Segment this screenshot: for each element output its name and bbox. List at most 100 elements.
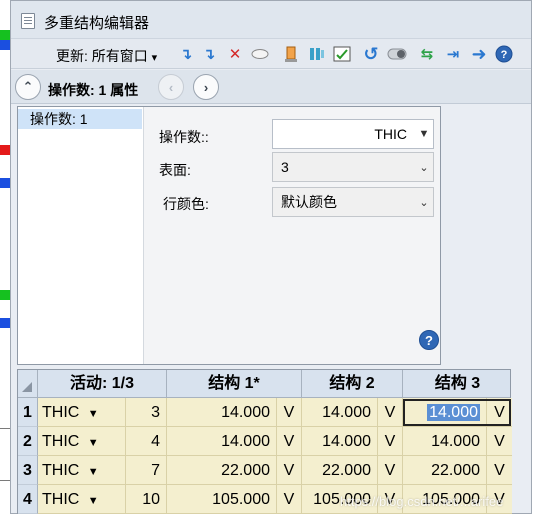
- operand-label: 操作数::: [159, 129, 209, 145]
- collapse-button[interactable]: ⌃: [15, 74, 41, 100]
- row-color-value: 默认颜色: [281, 194, 337, 210]
- surface-label: 表面:: [159, 162, 191, 178]
- arrow-right-icon[interactable]: ➜: [469, 44, 489, 64]
- next-operand-button[interactable]: ›: [193, 74, 219, 100]
- config-2-solve-cell[interactable]: V: [378, 427, 403, 456]
- operand-type-cell[interactable]: THIC ▼: [38, 427, 126, 456]
- operand-properties-title: 操作数: 1 属性: [48, 82, 139, 98]
- insert-row-after-icon[interactable]: ↴: [199, 44, 219, 64]
- dropdown-arrow-icon: ▼: [418, 128, 430, 140]
- config-1-solve-cell[interactable]: V: [277, 456, 302, 485]
- surface-cell[interactable]: 10: [126, 485, 167, 514]
- help-icon[interactable]: ?: [494, 44, 514, 64]
- config-2-solve-cell[interactable]: V: [378, 398, 403, 427]
- chevron-left-icon: ‹: [168, 79, 174, 95]
- config-1-value-cell[interactable]: 14.000: [167, 398, 277, 427]
- header-config-1[interactable]: 结构 1*: [167, 370, 302, 398]
- toggle-icon[interactable]: [387, 44, 407, 64]
- select-all-icon: [22, 382, 32, 392]
- insert-row-icon[interactable]: ↴: [176, 44, 196, 64]
- make-thermal-icon[interactable]: [281, 44, 301, 64]
- undo-arrow-icon[interactable]: ↺: [361, 44, 381, 64]
- config-1-solve-cell[interactable]: V: [277, 427, 302, 456]
- row-number[interactable]: 4: [18, 485, 38, 514]
- config-1-value-cell[interactable]: 22.000: [167, 456, 277, 485]
- surface-cell[interactable]: 7: [126, 456, 167, 485]
- surface-select[interactable]: 3 ⌄: [272, 152, 434, 182]
- collapse-arrows-icon[interactable]: ⇥: [443, 44, 463, 64]
- toolbar: 更新: 所有窗口 ▾ ↴ ↴ ✕ ↺ ⇆ ⇥ ➜ ?: [11, 39, 531, 69]
- table-row: 1 THIC ▼ 3 14.000 V 14.000 V 14.000 V: [18, 398, 512, 427]
- row-color-label: 行颜色:: [163, 196, 209, 212]
- row-number[interactable]: 2: [18, 427, 38, 456]
- config-3-solve-cell[interactable]: V: [487, 456, 512, 485]
- dropdown-arrow-icon: ▼: [87, 437, 99, 449]
- surface-columns-icon[interactable]: [307, 44, 327, 64]
- config-3-value-cell[interactable]: 14.000: [403, 427, 487, 456]
- table-row: 2 THIC ▼ 4 14.000 V 14.000 V 14.000 V: [18, 427, 512, 456]
- table-row: 3 THIC ▼ 7 22.000 V 22.000 V 22.000 V: [18, 456, 512, 485]
- config-2-value-cell[interactable]: 14.000: [302, 398, 378, 427]
- operand-type-cell[interactable]: THIC ▼: [38, 485, 126, 514]
- chevron-up-icon: ⌃: [22, 79, 34, 94]
- row-color-select[interactable]: 默认颜色 ⌄: [272, 187, 434, 217]
- multi-config-editor-window: 多重结构编辑器 更新: 所有窗口 ▾ ↴ ↴ ✕ ↺ ⇆ ⇥ ➜ ? ⌃ 操作数…: [10, 0, 532, 514]
- config-1-solve-cell[interactable]: V: [277, 398, 302, 427]
- surface-cell[interactable]: 4: [126, 427, 167, 456]
- operand-type: THIC: [42, 462, 80, 479]
- dropdown-arrow-icon: ▼: [87, 495, 99, 507]
- config-1-value-cell[interactable]: 105.000: [167, 485, 277, 514]
- background-line: [0, 428, 10, 429]
- swap-arrows-icon[interactable]: ⇆: [417, 44, 437, 64]
- row-number[interactable]: 1: [18, 398, 38, 427]
- dropdown-arrow-icon: ▼: [87, 466, 99, 478]
- list-item[interactable]: 操作数: 1: [18, 109, 142, 129]
- surface-cell[interactable]: 3: [126, 398, 167, 427]
- chart-check-icon[interactable]: [332, 44, 352, 64]
- row-number[interactable]: 3: [18, 456, 38, 485]
- config-2-value-cell[interactable]: 14.000: [302, 427, 378, 456]
- operand-nav-bar: ⌃ 操作数: 1 属性 ‹ ›: [11, 70, 531, 104]
- corner-cell[interactable]: [18, 370, 38, 398]
- header-config-3[interactable]: 结构 3: [403, 370, 512, 398]
- operand-type: THIC: [42, 404, 80, 421]
- help-icon[interactable]: ?: [419, 330, 439, 350]
- config-3-solve-cell[interactable]: V: [487, 427, 512, 456]
- grid-header: 活动: 1/3 结构 1* 结构 2 结构 3: [18, 370, 510, 398]
- config-2-value-cell[interactable]: 22.000: [302, 456, 378, 485]
- window-title: 多重结构编辑器: [44, 15, 150, 32]
- chevron-right-icon: ›: [203, 79, 209, 95]
- background-line: [0, 480, 10, 481]
- config-3-value-cell[interactable]: 22.000: [403, 456, 487, 485]
- chevron-down-icon: ⌄: [419, 161, 429, 174]
- operand-select[interactable]: THIC ▼: [272, 119, 434, 149]
- background-blue-mark: [0, 40, 10, 50]
- title-bar[interactable]: 多重结构编辑器: [11, 1, 531, 39]
- background-green-mark: [0, 290, 10, 300]
- update-dropdown-label: 更新: 所有窗口: [56, 48, 148, 64]
- previous-operand-button[interactable]: ‹: [158, 74, 184, 100]
- operand-type-cell[interactable]: THIC ▼: [38, 456, 126, 485]
- config-1-solve-cell[interactable]: V: [277, 485, 302, 514]
- multi-config-grid: 活动: 1/3 结构 1* 结构 2 结构 3 1 THIC ▼ 3 14.00…: [17, 369, 512, 514]
- operand-value: THIC: [374, 126, 407, 142]
- background-red-mark: [0, 145, 10, 155]
- config-3-solve-cell[interactable]: V: [487, 398, 512, 427]
- lens-icon[interactable]: [250, 44, 270, 64]
- config-2-solve-cell[interactable]: V: [378, 456, 403, 485]
- background-blue-mark: [0, 318, 10, 328]
- background-green-mark: [0, 30, 10, 40]
- update-dropdown[interactable]: 更新: 所有窗口 ▾: [56, 46, 157, 66]
- config-1-value-cell[interactable]: 14.000: [167, 427, 277, 456]
- chevron-down-icon: ▾: [151, 52, 158, 64]
- header-config-2[interactable]: 结构 2: [302, 370, 403, 398]
- operand-type-cell[interactable]: THIC ▼: [38, 398, 126, 427]
- background-blue-mark: [0, 178, 10, 188]
- operand-properties-panel: 操作数: 1 操作数:: THIC ▼ 表面: 3 ⌄ 行颜色: 默认颜色 ⌄ …: [17, 106, 441, 365]
- delete-row-icon[interactable]: ✕: [225, 44, 245, 64]
- selected-value: 14.000: [427, 404, 480, 421]
- dropdown-arrow-icon: ▼: [87, 408, 99, 420]
- operand-list: 操作数: 1: [18, 107, 144, 364]
- config-3-value-cell[interactable]: 14.000: [403, 398, 487, 427]
- header-active-config[interactable]: 活动: 1/3: [38, 370, 167, 398]
